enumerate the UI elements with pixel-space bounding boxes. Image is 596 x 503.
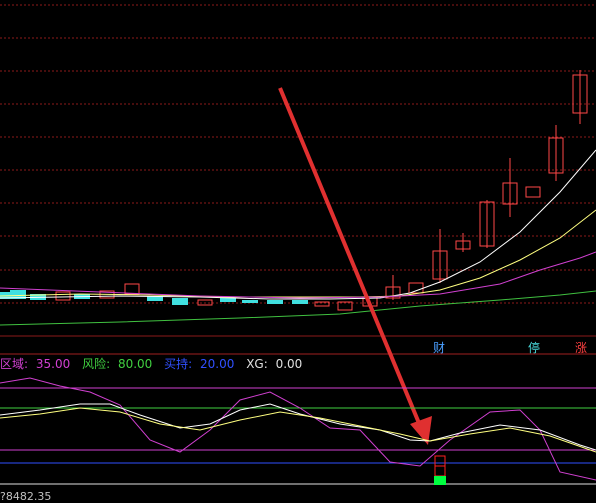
candle-down	[267, 300, 283, 304]
bottom-value: ?8482.35	[0, 490, 52, 503]
candle-up	[124, 283, 140, 295]
candle-up	[525, 186, 541, 198]
badge-suspend[interactable]: 停	[527, 341, 541, 355]
stock-chart[interactable]	[0, 0, 596, 503]
indicator-legend: 区域: 35.00 风险: 80.00 买持: 20.00 XG: 0.00	[0, 357, 310, 371]
signal-box	[434, 455, 446, 467]
legend-zone: 区域: 35.00	[0, 357, 71, 371]
candle-down	[242, 300, 258, 303]
signal-bar	[434, 476, 446, 485]
candle-down	[220, 298, 236, 302]
legend-hold: 买持: 20.00	[164, 357, 235, 371]
badge-limit-up[interactable]: 涨	[574, 341, 588, 355]
ma-line-magenta	[0, 251, 596, 299]
legend-xg: XG: 0.00	[246, 357, 303, 371]
candle-up	[55, 291, 71, 301]
osc-line-yellow	[0, 407, 596, 453]
badge-finance[interactable]: 财	[432, 341, 446, 355]
ma-line-yellow	[0, 209, 596, 298]
candle-down	[292, 300, 308, 304]
ma-line-white	[0, 149, 596, 300]
annotation-arrow	[278, 87, 423, 429]
candle-up	[408, 282, 424, 294]
candle-down	[172, 298, 188, 305]
signal-box	[434, 465, 446, 477]
legend-risk: 风险: 80.00	[82, 357, 153, 371]
